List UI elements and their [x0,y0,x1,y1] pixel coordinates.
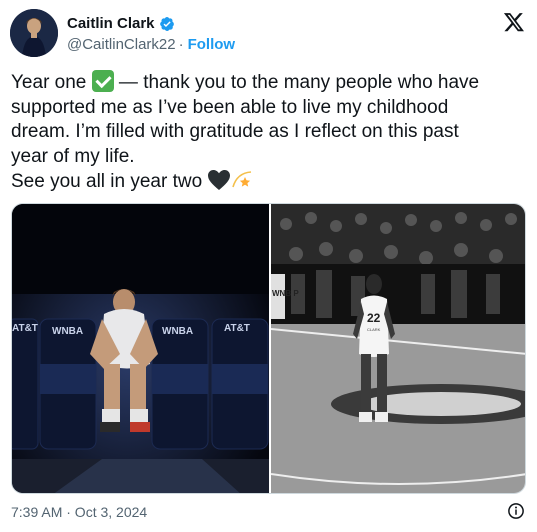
handle-row: @CaitlinClark22 · Follow [67,36,235,53]
banner-text-1: AT&T [12,323,38,334]
photo-bench[interactable]: AT&T WNBA WNBA AT&T [12,204,269,493]
banner-text-3: WNBA [162,326,193,337]
banner-text-4: AT&T [224,323,250,334]
display-name[interactable]: Caitlin Clark [67,15,155,32]
text-line-1a: Year one [11,72,92,93]
text-line-3: dream. I’m filled with gratitude as I re… [11,121,459,142]
check-mark-emoji [91,70,114,92]
tweet-media[interactable]: AT&T WNBA WNBA AT&T WNB P 22 CLARK [11,203,526,494]
dizzy-star-emoji [231,169,255,191]
jersey-name: CLARK [367,327,381,332]
info-icon[interactable] [507,502,525,520]
avatar[interactable] [10,9,58,57]
separator-dot: · [178,36,184,53]
arena-sign-text: WNB P [272,289,299,298]
verified-badge-icon [159,16,175,32]
tweet-card: Caitlin Clark @CaitlinClark22 · Follow Y… [0,0,537,532]
user-handle[interactable]: @CaitlinClark22 [67,36,176,53]
name-row: Caitlin Clark [67,15,175,32]
black-heart-emoji [207,169,231,191]
x-logo-icon[interactable] [503,11,525,33]
jersey-number: 22 [367,311,381,325]
text-line-4: year of my life. [11,145,135,167]
text-line-2: supported me as I’ve been able to live m… [11,96,449,118]
banner-text-2: WNBA [52,326,83,337]
tweet-timestamp[interactable]: 7:39 AM · Oct 3, 2024 [11,504,147,520]
tweet-header: Caitlin Clark @CaitlinClark22 · Follow [10,9,527,59]
photo-court[interactable]: WNB P 22 CLARK [270,204,525,493]
text-line-5: See you all in year two [11,171,208,192]
tweet-body-text: Year one — thank you to the many people … [11,70,526,195]
text-line-1b: — thank you to the many people who have [113,72,480,93]
follow-button[interactable]: Follow [188,36,236,53]
